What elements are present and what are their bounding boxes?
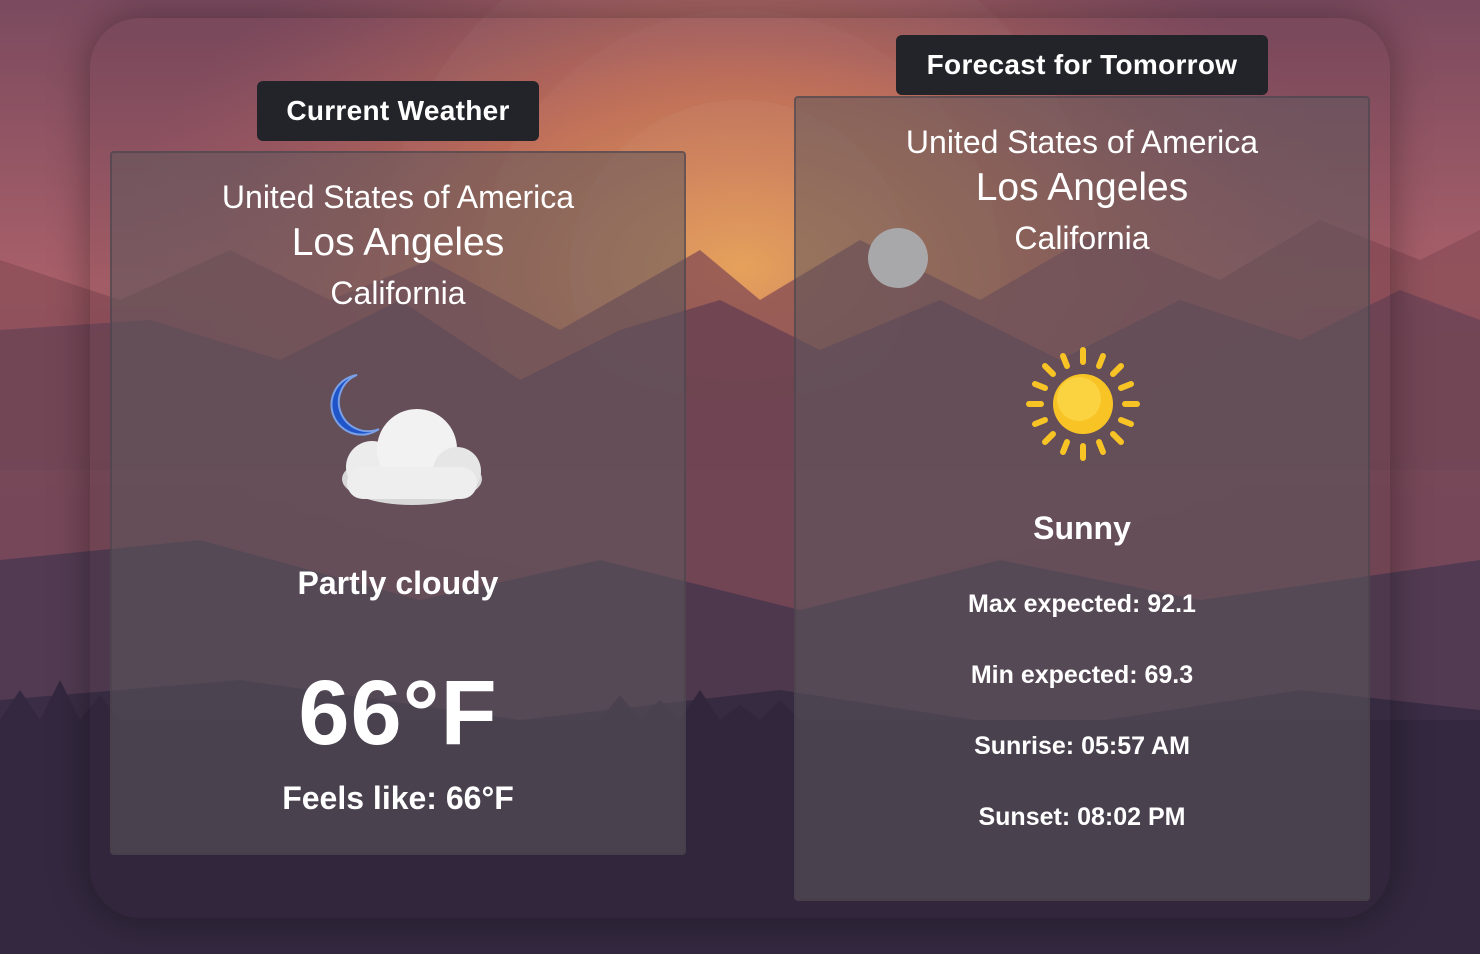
moon-cloud-icon — [330, 374, 482, 505]
current-condition: Partly cloudy — [297, 565, 499, 601]
forecast-max: Max expected: 92.1 — [968, 590, 1196, 618]
forecast-min: Min expected: 69.3 — [970, 661, 1194, 689]
moon-disc-icon — [868, 228, 928, 288]
current-weather-card: United States of America Los Angeles Cal… — [110, 151, 686, 855]
sun-icon — [1026, 347, 1140, 461]
current-city: Los Angeles — [291, 221, 505, 264]
forecast-card: United States of America Los Angeles Cal… — [794, 96, 1370, 901]
current-feels-like: Feels like: 66°F — [282, 780, 514, 816]
current-region: California — [330, 275, 466, 311]
forecast-condition: Sunny — [1033, 510, 1131, 546]
forecast-sunset: Sunset: 08:02 PM — [978, 803, 1186, 831]
current-temperature: 66°F — [298, 662, 498, 764]
current-weather-heading: Current Weather — [257, 81, 539, 141]
forecast-country: United States of America — [905, 124, 1259, 160]
current-country: United States of America — [221, 179, 575, 215]
forecast-city: Los Angeles — [975, 166, 1189, 209]
forecast-sunrise: Sunrise: 05:57 AM — [974, 732, 1190, 760]
forecast-heading: Forecast for Tomorrow — [896, 35, 1268, 95]
